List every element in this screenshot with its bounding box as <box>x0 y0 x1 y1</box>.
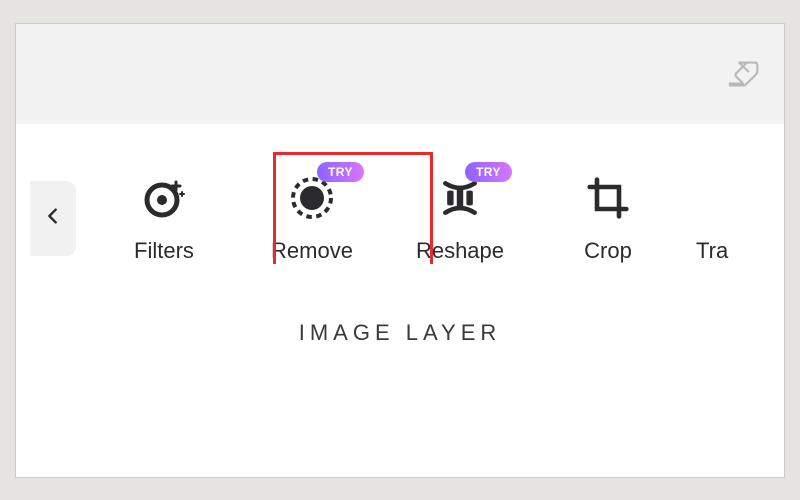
crop-icon <box>584 174 632 222</box>
try-badge: TRY <box>317 162 364 182</box>
try-badge: TRY <box>465 162 512 182</box>
filters-icon <box>140 174 188 222</box>
eraser-icon[interactable] <box>726 58 764 90</box>
tool-label: Filters <box>134 238 194 264</box>
tool-label: Crop <box>584 238 632 264</box>
filters-tool[interactable]: Filters <box>104 174 224 264</box>
section-title: IMAGE LAYER <box>16 320 784 346</box>
tool-label: Remove <box>271 238 353 264</box>
reshape-tool[interactable]: TRY Reshape <box>400 174 520 264</box>
transform-tool-partial[interactable]: Tra <box>696 174 736 264</box>
app-frame: Filters TRY Remove TRY <box>15 23 785 478</box>
tool-row: Filters TRY Remove TRY <box>16 124 784 264</box>
crop-tool[interactable]: Crop <box>548 174 668 264</box>
tool-label: Tra <box>696 238 728 264</box>
remove-icon: TRY <box>288 174 336 222</box>
header-bar <box>16 24 784 124</box>
chevron-left-icon <box>42 205 64 232</box>
transform-icon <box>696 174 716 222</box>
reshape-icon: TRY <box>436 174 484 222</box>
tool-label: Reshape <box>416 238 504 264</box>
back-button[interactable] <box>30 181 76 256</box>
remove-tool[interactable]: TRY Remove <box>252 174 372 264</box>
